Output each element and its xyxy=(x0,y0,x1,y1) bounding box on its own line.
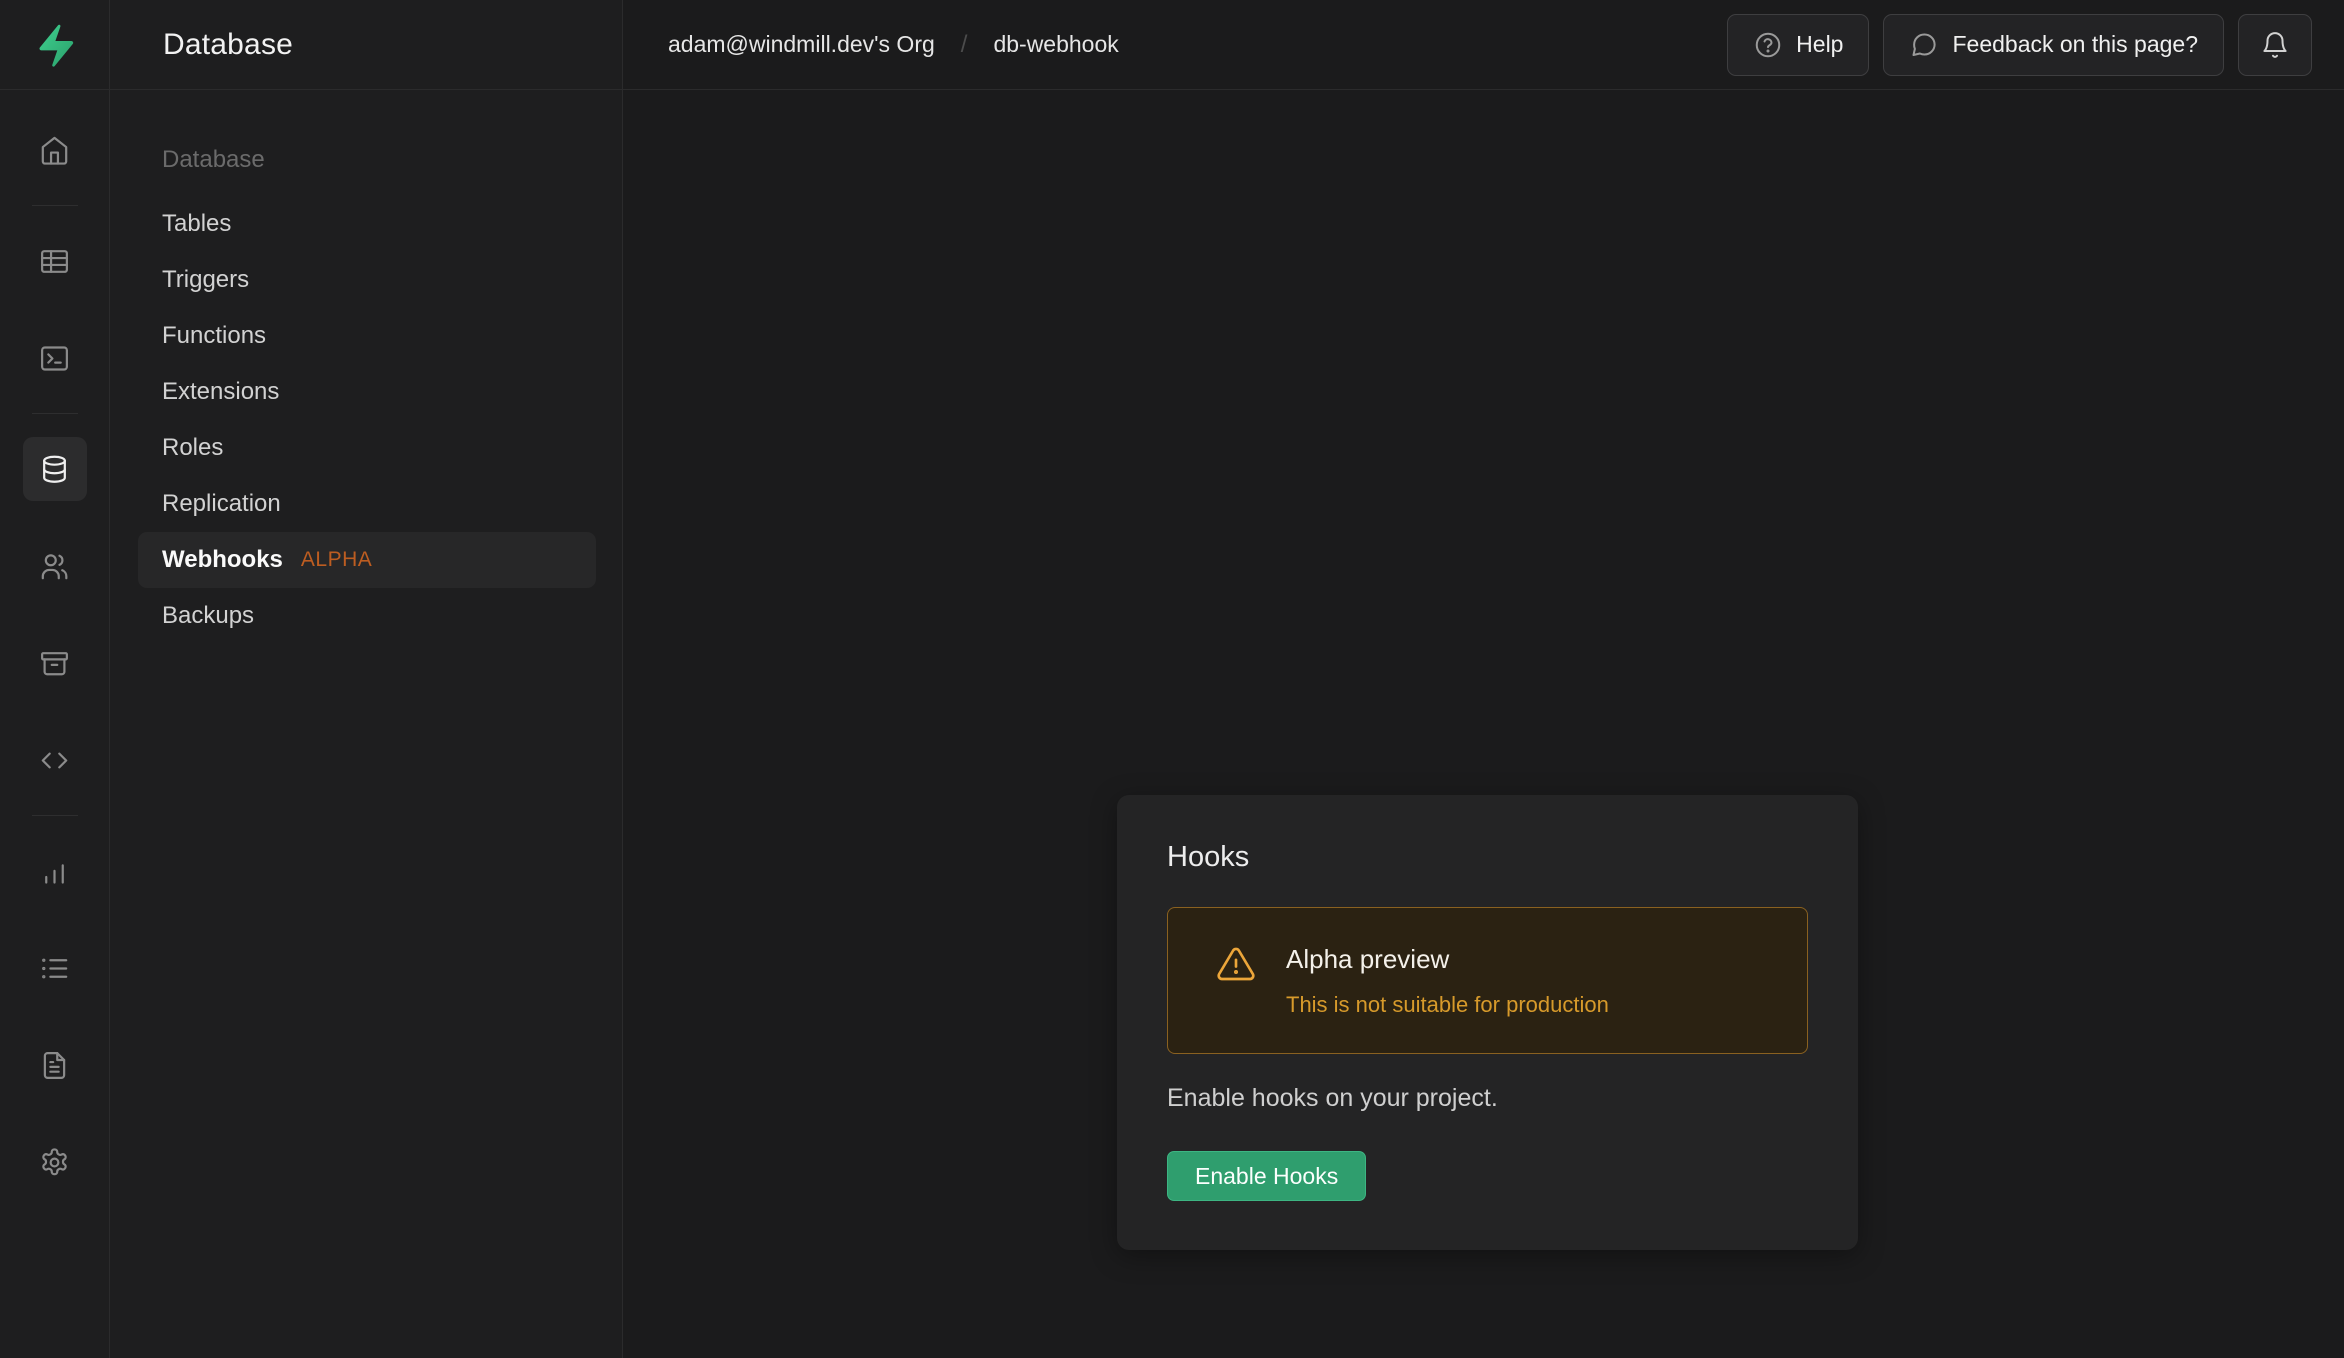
supabase-logo-icon[interactable] xyxy=(32,22,78,68)
rail-home-icon[interactable] xyxy=(23,118,87,182)
page-title: Database xyxy=(163,28,293,62)
rail-sql-editor-icon[interactable] xyxy=(23,326,87,390)
hooks-card-title: Hooks xyxy=(1167,841,1808,874)
help-button[interactable]: Help xyxy=(1727,14,1869,76)
rail-auth-users-icon[interactable] xyxy=(23,534,87,598)
sidebar-menu: Database Tables Triggers Functions Extensio… xyxy=(110,90,622,644)
rail-nav xyxy=(0,90,109,1194)
main-area: adam@windmill.dev's Org / db-webhook Hel… xyxy=(623,0,2344,1358)
sidebar-item-roles[interactable]: Roles xyxy=(138,420,596,476)
bell-icon xyxy=(2260,30,2290,60)
notifications-button[interactable] xyxy=(2238,14,2312,76)
rail-table-editor-icon[interactable] xyxy=(23,229,87,293)
logo-area xyxy=(0,0,109,90)
sidebar-item-tables[interactable]: Tables xyxy=(138,196,596,252)
content-area: Hooks Alpha preview This is not suitable… xyxy=(623,90,2344,1358)
warning-text: Alpha preview This is not suitable for p… xyxy=(1286,908,1609,1019)
breadcrumb-separator: / xyxy=(961,31,968,59)
rail-settings-icon[interactable] xyxy=(23,1130,87,1194)
feedback-button-label: Feedback on this page? xyxy=(1952,31,2198,58)
top-bar: adam@windmill.dev's Org / db-webhook Hel… xyxy=(623,0,2344,90)
alert-triangle-icon xyxy=(1216,944,1256,984)
top-bar-actions: Help Feedback on this page? xyxy=(1727,14,2312,76)
breadcrumb-project[interactable]: db-webhook xyxy=(993,31,1118,58)
sidebar-item-label: Webhooks xyxy=(162,546,283,574)
hooks-card: Hooks Alpha preview This is not suitable… xyxy=(1117,795,1858,1250)
rail-api-docs-icon[interactable] xyxy=(23,1033,87,1097)
rail-divider xyxy=(32,205,78,206)
rail-storage-icon[interactable] xyxy=(23,631,87,695)
sidebar-item-label: Replication xyxy=(162,490,281,518)
help-circle-icon xyxy=(1753,30,1783,60)
sidebar-item-label: Functions xyxy=(162,322,266,350)
sidebar-item-backups[interactable]: Backups xyxy=(138,588,596,644)
sidebar-item-replication[interactable]: Replication xyxy=(138,476,596,532)
sidebar-item-triggers[interactable]: Triggers xyxy=(138,252,596,308)
sidebar-item-label: Roles xyxy=(162,434,223,462)
sidebar-item-label: Backups xyxy=(162,602,254,630)
sidebar-header: Database xyxy=(110,0,622,90)
breadcrumb: adam@windmill.dev's Org / db-webhook xyxy=(668,31,1119,59)
sidebar-item-functions[interactable]: Functions xyxy=(138,308,596,364)
sidebar-section-label: Database xyxy=(138,132,596,188)
feedback-button[interactable]: Feedback on this page? xyxy=(1883,14,2224,76)
sidebar-item-label: Extensions xyxy=(162,378,279,406)
sidebar-item-label: Triggers xyxy=(162,266,249,294)
breadcrumb-org[interactable]: adam@windmill.dev's Org xyxy=(668,31,935,58)
warning-description: This is not suitable for production xyxy=(1286,991,1609,1019)
enable-hooks-button[interactable]: Enable Hooks xyxy=(1167,1151,1366,1201)
enable-hooks-button-label: Enable Hooks xyxy=(1195,1163,1338,1190)
sidebar-item-extensions[interactable]: Extensions xyxy=(138,364,596,420)
rail-divider xyxy=(32,815,78,816)
rail-divider xyxy=(32,413,78,414)
rail-reports-icon[interactable] xyxy=(23,839,87,903)
hooks-card-description: Enable hooks on your project. xyxy=(1167,1083,1808,1113)
rail-database-icon[interactable] xyxy=(23,437,87,501)
icon-rail xyxy=(0,0,110,1358)
database-sidebar: Database Database Tables Triggers Function… xyxy=(110,0,623,1358)
alpha-preview-warning: Alpha preview This is not suitable for p… xyxy=(1167,907,1808,1054)
alpha-badge: ALPHA xyxy=(301,548,372,572)
rail-logs-icon[interactable] xyxy=(23,936,87,1000)
warning-title: Alpha preview xyxy=(1286,941,1609,977)
sidebar-item-label: Tables xyxy=(162,210,231,238)
rail-edge-functions-icon[interactable] xyxy=(23,728,87,792)
sidebar-item-webhooks[interactable]: Webhooks ALPHA xyxy=(138,532,596,588)
message-bubble-icon xyxy=(1909,30,1939,60)
help-button-label: Help xyxy=(1796,31,1843,58)
